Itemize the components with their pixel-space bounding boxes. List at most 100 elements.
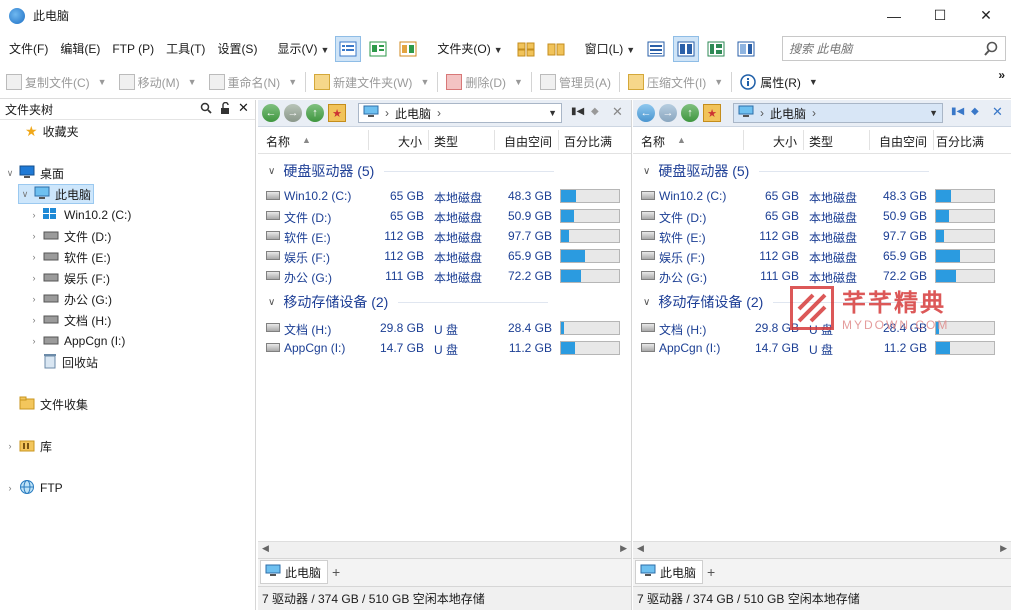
drive-row[interactable]: 文件 (D:) 65 GB 本地磁盘 50.9 GB bbox=[258, 206, 628, 226]
tree-item-thispc[interactable]: ∨ 此电脑 bbox=[18, 184, 94, 204]
folder-pair-icon[interactable] bbox=[543, 36, 569, 62]
tree-item-drive-e[interactable]: › 软件 (E:) bbox=[28, 247, 111, 267]
properties-button[interactable]: 属性(R) ▼ bbox=[740, 74, 818, 91]
menu-edit[interactable]: 编辑(E) bbox=[54, 40, 106, 57]
column-free[interactable]: 自由空间 bbox=[504, 133, 552, 150]
search-box[interactable] bbox=[782, 36, 1006, 61]
tree-item-drive-i[interactable]: › AppCgn (I:) bbox=[28, 331, 126, 351]
column-size[interactable]: 大小 bbox=[398, 133, 422, 150]
back-icon[interactable]: ← bbox=[262, 104, 280, 122]
column-percent[interactable]: 百分比满 bbox=[936, 133, 984, 150]
unlock-icon[interactable] bbox=[219, 101, 231, 117]
swap-pane-icon[interactable]: ◆ bbox=[591, 106, 599, 117]
up-icon[interactable]: ↑ bbox=[306, 104, 324, 122]
chevron-down-icon[interactable]: ∨ bbox=[19, 189, 31, 200]
pane-menu-icon[interactable]: ▮◀ bbox=[571, 106, 584, 117]
scroll-left-icon[interactable]: ◀ bbox=[637, 543, 644, 554]
close-pane-icon[interactable]: ✕ bbox=[992, 104, 1003, 120]
admin-button[interactable]: 管理员(A) bbox=[539, 74, 611, 91]
back-icon[interactable]: ← bbox=[637, 104, 655, 122]
chevron-right-icon[interactable]: › bbox=[28, 252, 40, 262]
group-removable[interactable]: ∨ 移动存储设备 (2) bbox=[268, 292, 628, 312]
chevron-right-icon[interactable]: › bbox=[28, 210, 40, 220]
tree-item-drive-d[interactable]: › 文件 (D:) bbox=[28, 226, 112, 246]
menu-view[interactable]: 显示(V) ▼ bbox=[271, 40, 335, 57]
search-icon[interactable] bbox=[200, 102, 212, 117]
chevron-right-icon[interactable]: › bbox=[28, 231, 40, 241]
column-name[interactable]: 名称 bbox=[641, 133, 665, 150]
new-tab-icon[interactable]: + bbox=[707, 564, 715, 580]
menu-file[interactable]: 文件(F) bbox=[0, 40, 54, 57]
chevron-right-icon[interactable]: › bbox=[28, 294, 40, 304]
search-icon[interactable] bbox=[983, 41, 999, 57]
menu-folders[interactable]: 文件夹(O) ▼ bbox=[431, 40, 508, 57]
pane-menu-icon[interactable]: ▮◀ bbox=[951, 106, 964, 117]
tree-item-drive-g[interactable]: › 办公 (G:) bbox=[28, 289, 113, 309]
drive-row[interactable]: 软件 (E:) 112 GB 本地磁盘 97.7 GB bbox=[258, 226, 628, 246]
rename-button[interactable]: 重命名(N) ▼ bbox=[208, 74, 297, 91]
chevron-right-icon[interactable]: › bbox=[28, 315, 40, 325]
favorite-star-icon[interactable]: ★ bbox=[328, 104, 346, 122]
favorite-star-icon[interactable]: ★ bbox=[703, 104, 721, 122]
drive-row[interactable]: Win10.2 (C:) 65 GB 本地磁盘 48.3 GB bbox=[258, 186, 628, 206]
tree-item-desktop[interactable]: ∨ 桌面 bbox=[4, 163, 64, 183]
tab-thispc[interactable]: 此电脑 bbox=[635, 560, 703, 584]
column-name[interactable]: 名称 bbox=[266, 133, 290, 150]
group-hdd[interactable]: ∨ 硬盘驱动器 (5) bbox=[268, 161, 628, 181]
preview-pane-icon[interactable] bbox=[733, 36, 759, 62]
chevron-right-icon[interactable]: › bbox=[4, 483, 16, 493]
copy-button[interactable]: 复制文件(C) ▼ bbox=[6, 74, 107, 91]
drive-row[interactable]: 软件 (E:) 112 GB 本地磁盘 97.7 GB bbox=[633, 226, 1003, 246]
drive-row[interactable]: Win10.2 (C:) 65 GB 本地磁盘 48.3 GB bbox=[633, 186, 1003, 206]
up-icon[interactable]: ↑ bbox=[681, 104, 699, 122]
compress-button[interactable]: 压缩文件(I) ▼ bbox=[627, 74, 723, 91]
dual-horizontal-icon[interactable] bbox=[703, 36, 729, 62]
scroll-right-icon[interactable]: ▶ bbox=[620, 543, 627, 554]
drive-row[interactable]: 文档 (H:) 29.8 GB U 盘 28.4 GB bbox=[258, 318, 628, 338]
scroll-right-icon[interactable]: ▶ bbox=[1000, 543, 1007, 554]
single-pane-icon[interactable] bbox=[643, 36, 669, 62]
delete-button[interactable]: 删除(D) ▼ bbox=[446, 74, 523, 91]
drive-row[interactable]: 办公 (G:) 111 GB 本地磁盘 72.2 GB bbox=[258, 266, 628, 286]
layout-details-icon[interactable] bbox=[335, 35, 362, 62]
group-hdd[interactable]: ∨ 硬盘驱动器 (5) bbox=[643, 161, 1007, 181]
chevron-right-icon[interactable]: › bbox=[28, 336, 40, 346]
close-pane-icon[interactable]: ✕ bbox=[612, 104, 623, 120]
column-free[interactable]: 自由空间 bbox=[879, 133, 927, 150]
menu-settings[interactable]: 设置(S) bbox=[211, 40, 263, 57]
close-button[interactable]: ✕ bbox=[963, 0, 1009, 31]
address-dropdown-icon[interactable]: ▼ bbox=[548, 108, 557, 118]
forward-icon[interactable]: → bbox=[284, 104, 302, 122]
search-input[interactable] bbox=[783, 37, 963, 60]
close-icon[interactable]: ✕ bbox=[238, 100, 249, 116]
drive-row[interactable]: AppCgn (I:) 14.7 GB U 盘 11.2 GB bbox=[258, 338, 628, 358]
column-type[interactable]: 类型 bbox=[809, 133, 833, 150]
tree-item-ftp[interactable]: › FTP bbox=[4, 478, 63, 498]
address-dropdown-icon[interactable]: ▼ bbox=[929, 108, 938, 118]
scroll-left-icon[interactable]: ◀ bbox=[262, 543, 269, 554]
column-type[interactable]: 类型 bbox=[434, 133, 458, 150]
drive-row[interactable]: 娱乐 (F:) 112 GB 本地磁盘 65.9 GB bbox=[258, 246, 628, 266]
column-percent[interactable]: 百分比满 bbox=[564, 133, 612, 150]
tree-item-recycle[interactable]: 回收站 bbox=[28, 352, 98, 372]
tree-item-collection[interactable]: 文件收集 bbox=[16, 394, 88, 414]
address-bar[interactable]: › 此电脑 › ▼ bbox=[733, 103, 943, 123]
dual-vertical-icon[interactable] bbox=[673, 35, 700, 62]
forward-icon[interactable]: → bbox=[659, 104, 677, 122]
layout-tiles-icon[interactable] bbox=[365, 36, 391, 62]
tree-item-drive-c[interactable]: › Win10.2 (C:) bbox=[28, 205, 131, 225]
tree-item-drive-h[interactable]: › 文档 (H:) bbox=[28, 310, 112, 330]
tree-item-favorites[interactable]: ★ 收藏夹 bbox=[22, 121, 79, 141]
tree-item-library[interactable]: › 库 bbox=[4, 436, 53, 456]
horizontal-scrollbar[interactable]: ◀ ▶ bbox=[258, 541, 631, 558]
new-tab-icon[interactable]: + bbox=[332, 564, 340, 580]
drive-row[interactable]: 娱乐 (F:) 112 GB 本地磁盘 65.9 GB bbox=[633, 246, 1003, 266]
tree-item-drive-f[interactable]: › 娱乐 (F:) bbox=[28, 268, 111, 288]
menu-windows[interactable]: 窗口(L) ▼ bbox=[579, 40, 642, 57]
drive-row[interactable]: 文件 (D:) 65 GB 本地磁盘 50.9 GB bbox=[633, 206, 1003, 226]
chevron-down-icon[interactable]: ∨ bbox=[4, 168, 16, 179]
chevron-right-icon[interactable]: › bbox=[4, 441, 16, 451]
move-button[interactable]: 移动(M) ▼ bbox=[118, 74, 197, 91]
chevron-right-icon[interactable]: › bbox=[28, 273, 40, 283]
address-bar[interactable]: › 此电脑 › ▼ bbox=[358, 103, 562, 123]
